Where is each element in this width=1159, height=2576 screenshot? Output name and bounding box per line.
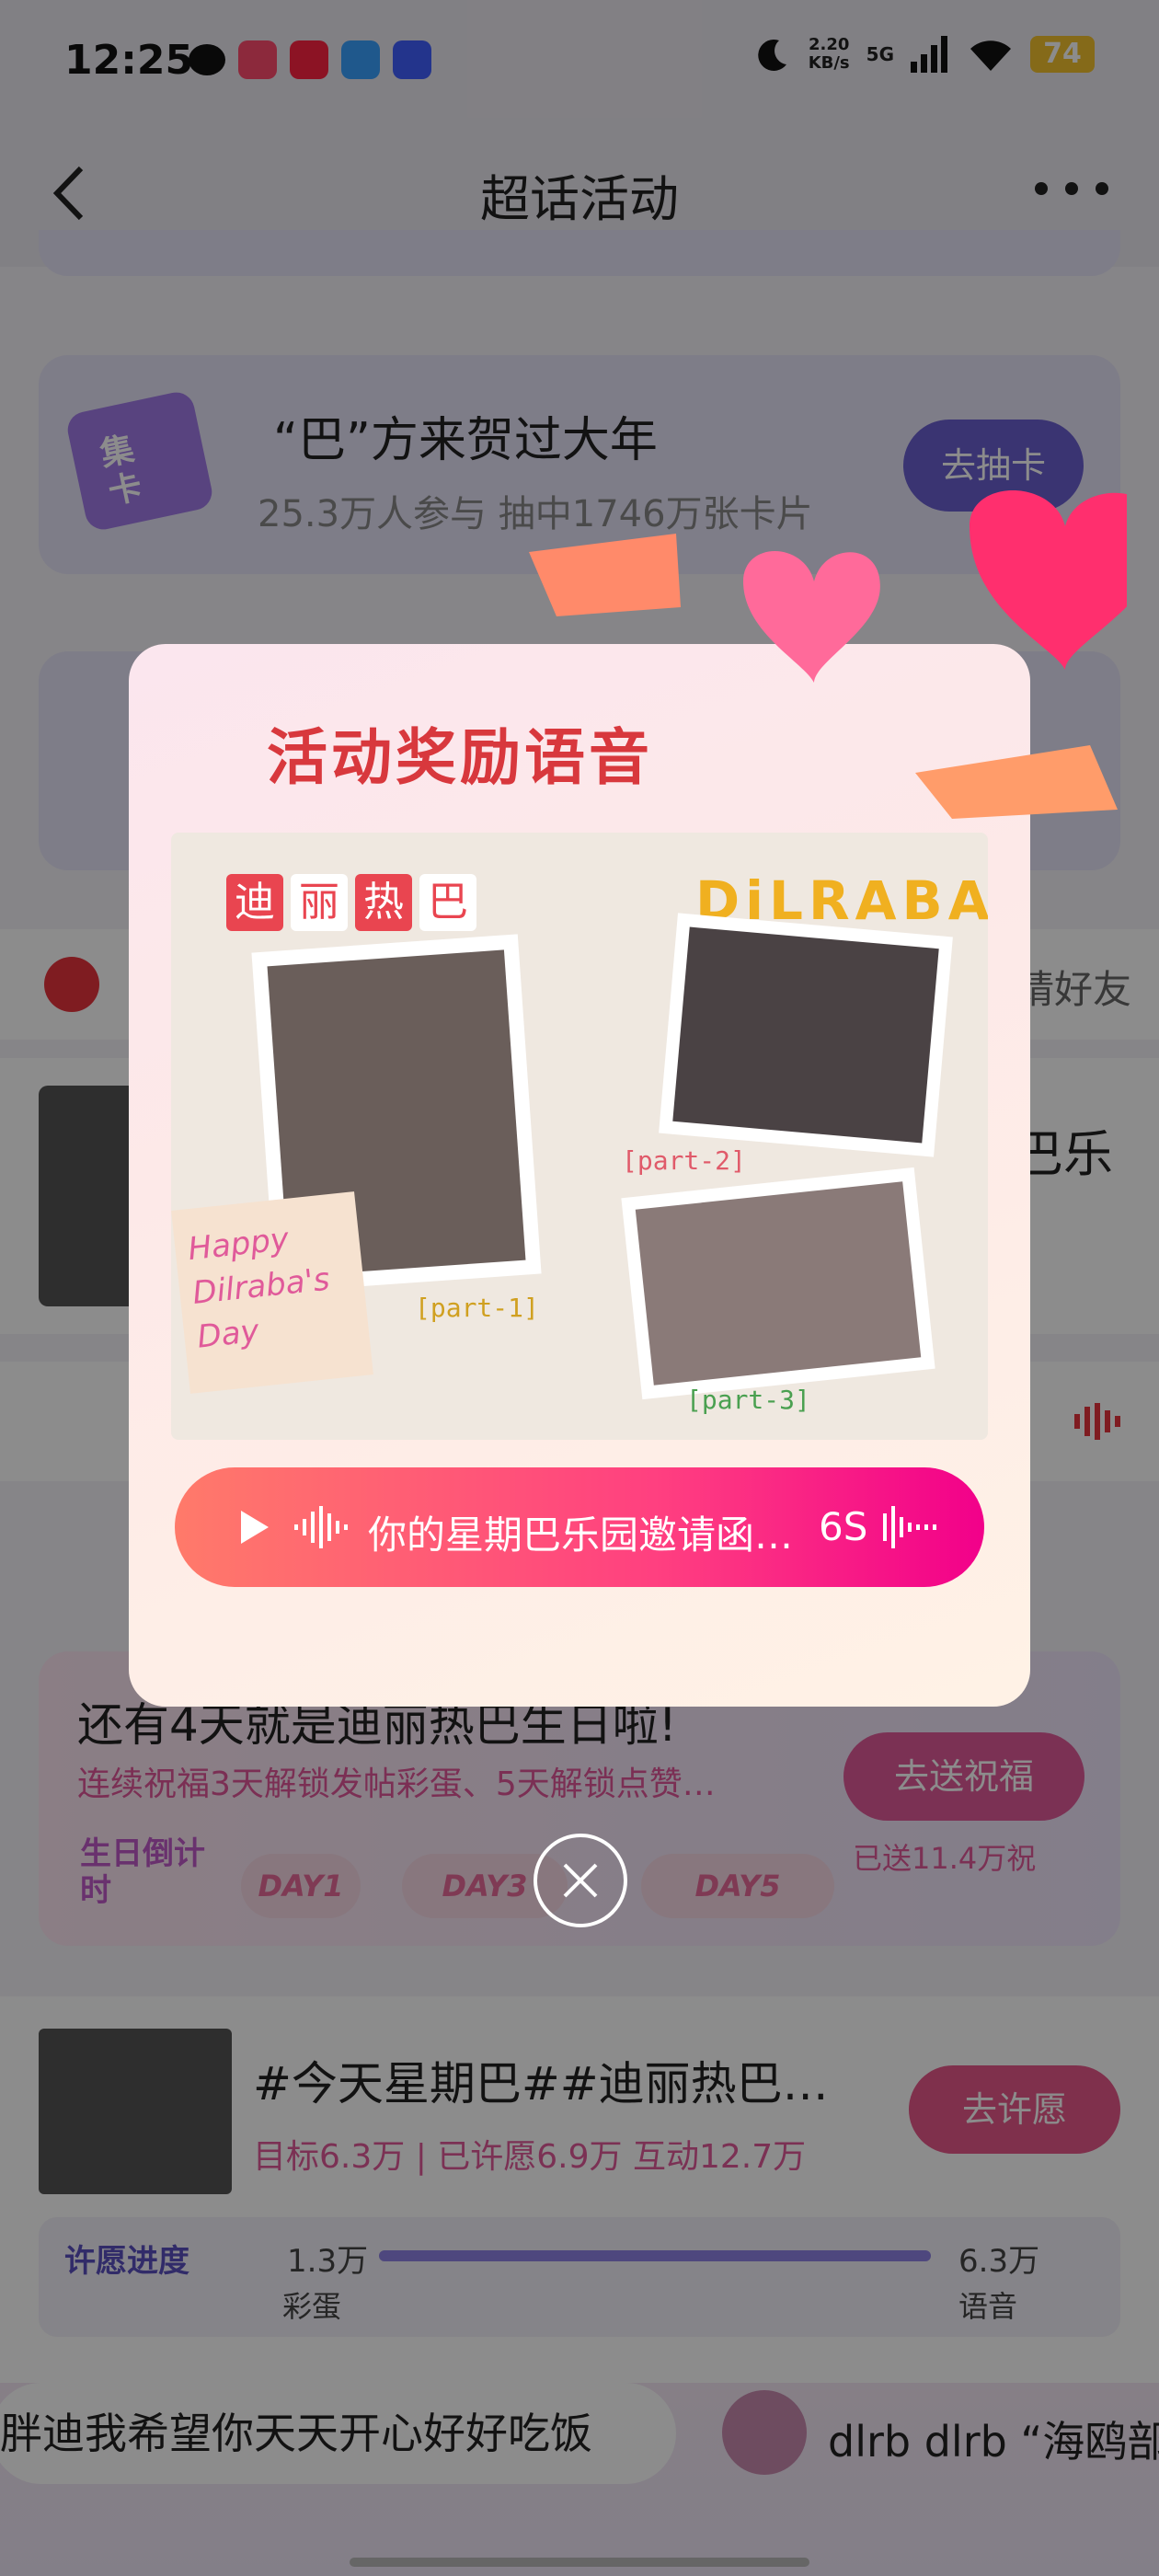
part2-label: [part-2] [622, 1145, 746, 1176]
voice-play-button[interactable]: 你的星期巴乐园邀请函… 6S [175, 1467, 984, 1587]
photo-2 [672, 926, 939, 1144]
reward-photo-collage: 迪 丽 热 巴 DiLRABA [part-1] [part-2] [part-… [171, 833, 988, 1440]
photo-3 [635, 1181, 922, 1386]
play-icon [241, 1511, 269, 1544]
part1-label: [part-1] [415, 1293, 539, 1323]
name-tile-1: 迪 [226, 874, 283, 931]
photo-frame-3 [621, 1167, 935, 1400]
photo-frame-2 [659, 913, 953, 1157]
voice-duration: 6S [819, 1504, 868, 1549]
voice-title: 你的星期巴乐园邀请函… [368, 1512, 794, 1558]
name-tile-3: 热 [355, 874, 412, 931]
name-tile-2: 丽 [291, 874, 348, 931]
name-tile-4: 巴 [419, 874, 476, 931]
voice-wave-icon-right [883, 1506, 936, 1548]
part3-label: [part-3] [686, 1385, 810, 1415]
voice-wave-icon-left [294, 1506, 348, 1548]
close-button[interactable] [534, 1834, 627, 1927]
happy-day-note: Happy Dilraba's Day [171, 1191, 373, 1394]
hearts-ribbon-decoration [529, 490, 1127, 819]
close-icon [563, 1863, 598, 1898]
